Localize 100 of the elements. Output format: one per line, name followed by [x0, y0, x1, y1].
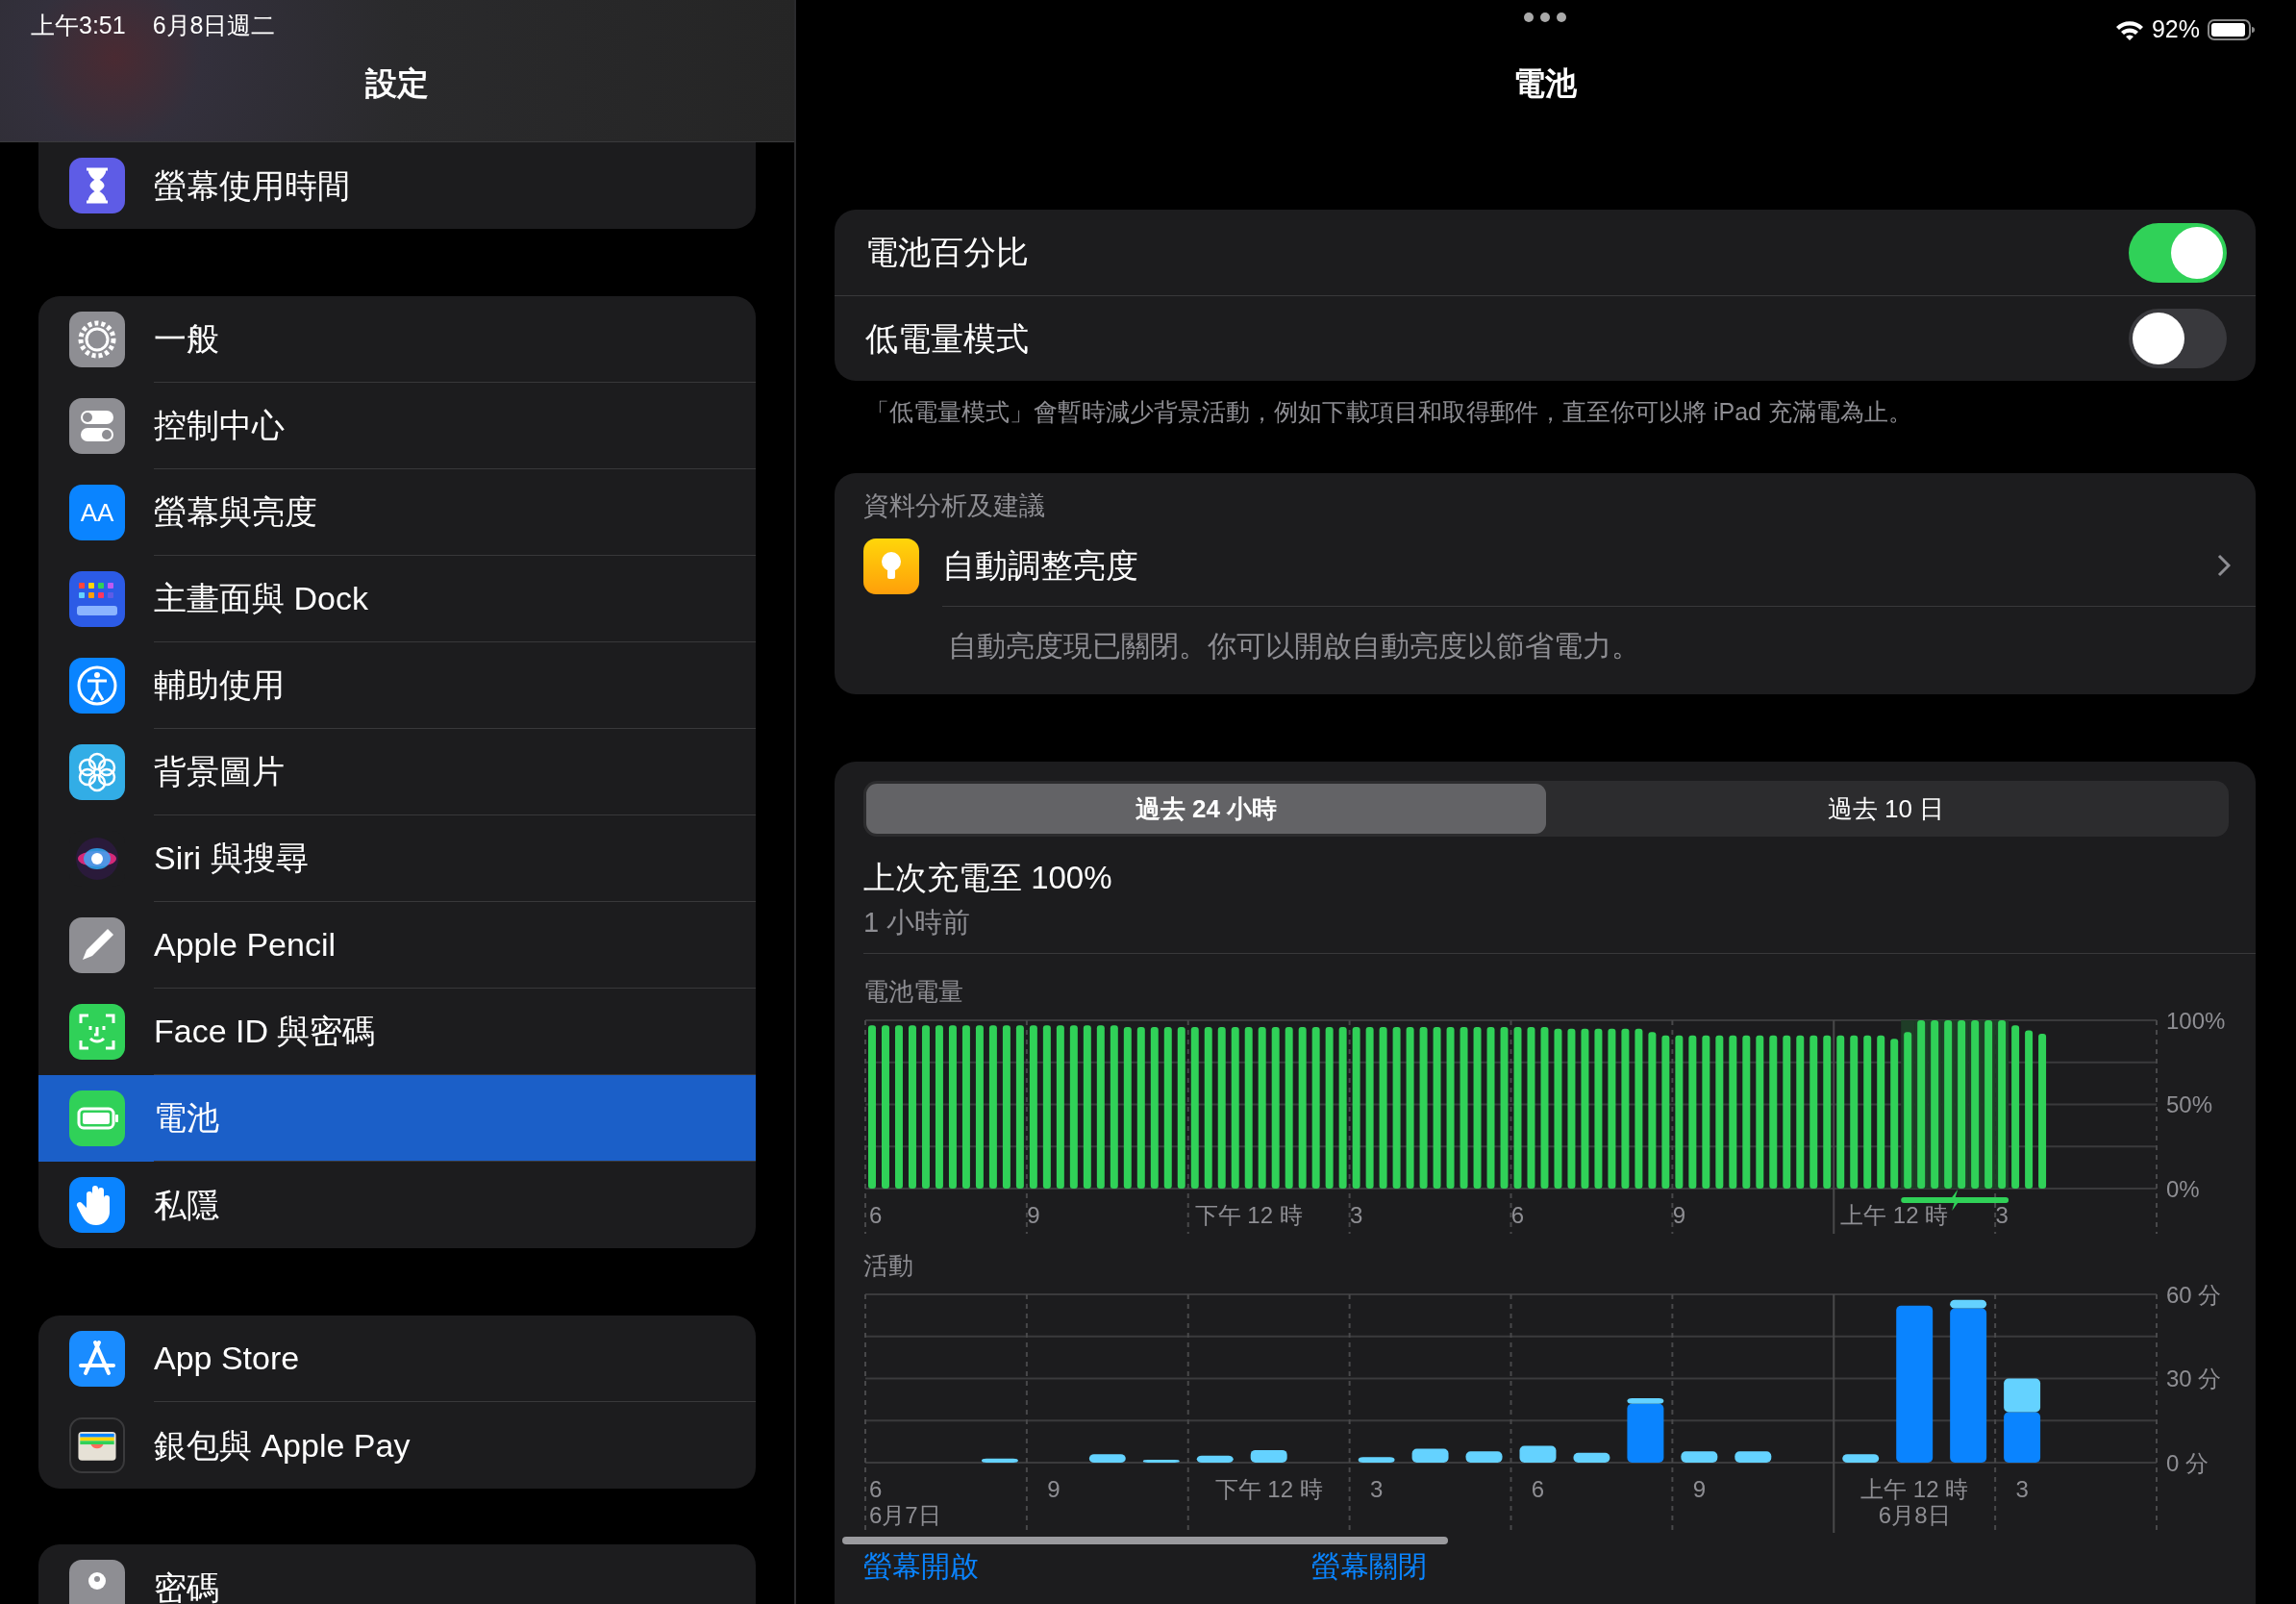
- item-label: Face ID 與密碼: [154, 1012, 376, 1051]
- app-grid-icon: [69, 571, 125, 627]
- item-label: 一般: [154, 319, 219, 359]
- sidebar-title: 設定: [364, 64, 430, 103]
- item-label: 主畫面與 Dock: [154, 579, 368, 618]
- item-label: 輔助使用: [154, 665, 285, 705]
- sidebar-item[interactable]: 主畫面與 Dock: [38, 556, 756, 642]
- axis-label: 0 分: [2166, 1449, 2209, 1476]
- axis-label: 3: [2015, 1476, 2029, 1502]
- sidebar-item[interactable]: 電池: [38, 1075, 756, 1162]
- gear-icon: [69, 312, 125, 367]
- screen-off-bar: [2004, 1378, 2041, 1413]
- setting-label: 電池百分比: [865, 233, 1029, 272]
- axis-label: 60 分: [2166, 1285, 2222, 1308]
- screen-off-bar: [1950, 1299, 1987, 1309]
- screen-off-bar: [1088, 1454, 1126, 1463]
- axis-label: 6: [1531, 1476, 1545, 1502]
- battery-icon: [2208, 18, 2256, 41]
- item-label: 電池: [154, 1098, 219, 1138]
- axis-label: 9: [1027, 1202, 1040, 1228]
- insight-title: 自動調整亮度: [942, 545, 1139, 586]
- axis-label: 30 分: [2166, 1366, 2222, 1391]
- screen-off-bar: [1519, 1445, 1557, 1463]
- battery-percent: 92%: [2151, 14, 2200, 45]
- item-label: Siri 與搜尋: [154, 839, 309, 878]
- pencil-icon: [69, 917, 125, 973]
- axis-label: 下午 12 時: [1194, 1202, 1303, 1228]
- key-icon: [69, 1560, 125, 1604]
- insight-description: 自動亮度現已關閉。你可以開啟自動亮度以節省電力。: [947, 628, 1641, 664]
- item-label: App Store: [154, 1339, 300, 1378]
- last-charge-time: 1 小時前: [863, 905, 972, 940]
- item-label: 控制中心: [154, 406, 285, 445]
- toggles-icon: [69, 398, 125, 454]
- axis-label: 上午 12 時: [1840, 1202, 1949, 1228]
- axis-label: 100%: [2166, 1011, 2226, 1034]
- item-label: 螢幕與亮度: [154, 492, 317, 532]
- item-label: 密碼: [154, 1567, 219, 1604]
- item-label: 背景圖片: [154, 752, 285, 791]
- sidebar-item[interactable]: 背景圖片: [38, 729, 756, 815]
- chevron-icon[interactable]: [2217, 554, 2231, 577]
- hand-icon: [69, 1177, 125, 1233]
- segment-tab[interactable]: 過去 24 小時: [866, 784, 1546, 834]
- sidebar-item[interactable]: 私隱: [38, 1162, 756, 1248]
- axis-label: 下午 12 時: [1214, 1476, 1323, 1502]
- sidebar-item[interactable]: Apple Pencil: [38, 902, 756, 989]
- screen-off-bar: [1142, 1460, 1180, 1463]
- chart-title: 活動: [863, 1250, 914, 1282]
- hourglass-icon: [69, 158, 125, 213]
- screen-off-bar: [1465, 1451, 1503, 1463]
- app-store-icon: [69, 1331, 125, 1387]
- screen-off-bar: [1734, 1451, 1772, 1463]
- screen-off-bar: [1681, 1451, 1718, 1463]
- sidebar-item[interactable]: Siri 與搜尋: [38, 815, 756, 902]
- screen-off-bar: [981, 1458, 1018, 1463]
- sidebar-item[interactable]: 控制中心: [38, 383, 756, 469]
- last-charge-title: 上次充電至 100%: [863, 859, 1113, 897]
- axis-label: 50%: [2166, 1091, 2213, 1117]
- accessibility-icon: [69, 658, 125, 714]
- text-size-icon: AA: [69, 485, 125, 540]
- multitask-dots-icon[interactable]: [1523, 12, 1567, 23]
- screen-on-bar: [2004, 1412, 2041, 1463]
- page-title: 電池: [1512, 64, 1578, 103]
- axis-label: 9: [1047, 1476, 1061, 1502]
- axis-label: 6: [1510, 1202, 1525, 1228]
- screen-off-bar: [1411, 1448, 1449, 1463]
- segment-tab[interactable]: 過去 10 日: [1546, 784, 2226, 834]
- axis-label: 6: [869, 1202, 883, 1228]
- item-label: 銀包與 Apple Pay: [154, 1425, 411, 1466]
- lightbulb-icon: [863, 538, 919, 594]
- screen-off-bar: [1573, 1452, 1610, 1463]
- screen-off-bar: [1196, 1455, 1234, 1463]
- axis-label: 3: [1349, 1202, 1363, 1228]
- sidebar-item[interactable]: 輔助使用: [38, 642, 756, 729]
- screen-off-bar: [1358, 1457, 1395, 1463]
- footer-note: 「低電量模式」會暫時減少背景活動，例如下載項目和取得郵件，直至你可以將 iPad 充滿電為止。: [864, 397, 1913, 427]
- screen-off-bar: [1842, 1454, 1880, 1463]
- face-scan-icon: [69, 1004, 125, 1060]
- flower-icon: [69, 744, 125, 800]
- setting-label: 低電量模式: [865, 318, 1029, 359]
- screen-off-bar: [1250, 1449, 1287, 1463]
- axis-label: 上午 12 時 6月8日: [1860, 1476, 1969, 1528]
- sidebar-item[interactable]: 密碼: [38, 1544, 756, 1604]
- axis-label: 3: [1369, 1476, 1384, 1502]
- axis-label: 9: [1672, 1202, 1686, 1228]
- axis-label: 9: [1692, 1476, 1707, 1502]
- sidebar-item[interactable]: 螢幕使用時間: [38, 142, 756, 229]
- wallet-icon: [69, 1417, 125, 1473]
- sidebar-item[interactable]: AA 螢幕與亮度: [38, 469, 756, 556]
- item-label: 螢幕使用時間: [154, 165, 350, 206]
- screen-on-bar: [1627, 1403, 1664, 1463]
- status-time: 上午3:51: [31, 11, 126, 40]
- sidebar-item[interactable]: 銀包與 Apple Pay: [38, 1402, 756, 1489]
- screen-off-bar: [1627, 1397, 1664, 1404]
- chart-title: 電池電量: [863, 976, 964, 1008]
- axis-label: 3: [1995, 1202, 2009, 1228]
- section-header: 資料分析及建議: [863, 490, 1046, 522]
- sidebar-item[interactable]: App Store: [38, 1316, 756, 1402]
- axis-label: 6 6月7日: [869, 1476, 941, 1528]
- axis-label: 0%: [2166, 1175, 2200, 1202]
- sidebar-item[interactable]: 一般: [38, 296, 756, 383]
